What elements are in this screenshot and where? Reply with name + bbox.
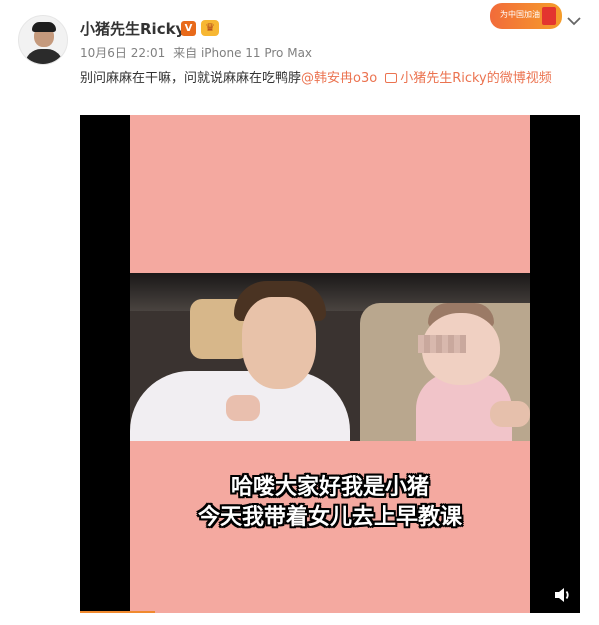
campaign-banner[interactable]: 为中国加油 <box>490 3 562 29</box>
verified-badge-icon: V <box>181 21 196 36</box>
man-face <box>242 297 316 389</box>
video-player[interactable]: 哈喽大家好我是小猪 今天我带着女儿去上早教课 <box>80 115 580 613</box>
video-frame: 哈喽大家好我是小猪 今天我带着女儿去上早教课 <box>130 115 530 613</box>
post-date[interactable]: 10月6日 22:01 <box>80 46 165 60</box>
chevron-down-icon[interactable] <box>563 10 585 32</box>
post-meta: 10月6日 22:01 来自 iPhone 11 Pro Max <box>80 44 316 61</box>
video-caption: 哈喽大家好我是小猪 今天我带着女儿去上早教课 <box>130 473 530 533</box>
banner-text: 为中国加油 <box>500 10 540 19</box>
mention-link[interactable]: @韩安冉o3o <box>301 71 377 86</box>
avatar-hair <box>32 22 56 32</box>
post-source: 来自 iPhone 11 Pro Max <box>173 46 313 60</box>
post-body: 别问麻麻在干嘛，问就说麻麻在吃鸭脖 <box>80 71 302 86</box>
video-progress-bar[interactable] <box>80 611 155 613</box>
avatar[interactable] <box>18 15 68 65</box>
hand <box>490 401 530 427</box>
video-link-label: 小猪先生Ricky的微博视频 <box>400 71 552 86</box>
post-text: 别问麻麻在干嘛，问就说麻麻在吃鸭脖@韩安冉o3o 小猪先生Ricky的微博视频 <box>80 68 580 90</box>
video-icon <box>385 73 398 83</box>
crown-icon[interactable]: ♛ <box>201 20 219 36</box>
video-scene <box>130 273 530 441</box>
mosaic-blur <box>418 335 466 353</box>
flag-icon <box>542 7 556 25</box>
video-link[interactable]: 小猪先生Ricky的微博视频 <box>377 71 552 86</box>
volume-icon[interactable] <box>552 585 572 605</box>
caption-line-2: 今天我带着女儿去上早教课 <box>197 505 462 530</box>
avatar-body <box>25 49 63 64</box>
username[interactable]: 小猪先生Ricky <box>80 18 185 39</box>
caption-line-1: 哈喽大家好我是小猪 <box>230 475 429 500</box>
man-fist <box>226 395 260 421</box>
